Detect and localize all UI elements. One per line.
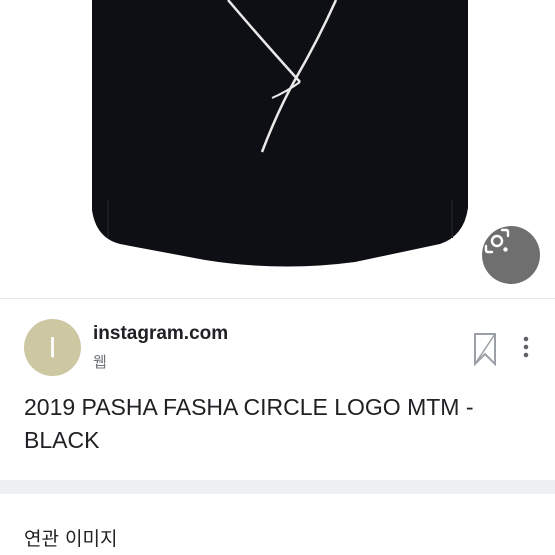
result-image[interactable] <box>0 0 555 298</box>
more-options-icon[interactable] <box>514 333 538 361</box>
related-images-heading: 연관 이미지 <box>24 528 118 550</box>
result-card: I instagram.com 웹 2019 PASHA FASHA CIRCL… <box>0 298 555 481</box>
bookmark-icon[interactable] <box>470 331 500 367</box>
source-name[interactable]: instagram.com <box>93 323 228 345</box>
section-divider <box>0 480 555 494</box>
related-section: 연관 이미지 <box>0 494 555 555</box>
source-avatar: I <box>24 319 81 376</box>
sweater-image <box>92 0 468 267</box>
source-initial: I <box>48 331 57 364</box>
result-title[interactable]: 2019 PASHA FASHA CIRCLE LOGO MTM - BLACK <box>24 391 534 457</box>
source-type: 웹 <box>93 354 107 371</box>
lens-search-icon <box>484 228 510 254</box>
lens-button[interactable] <box>482 226 540 284</box>
